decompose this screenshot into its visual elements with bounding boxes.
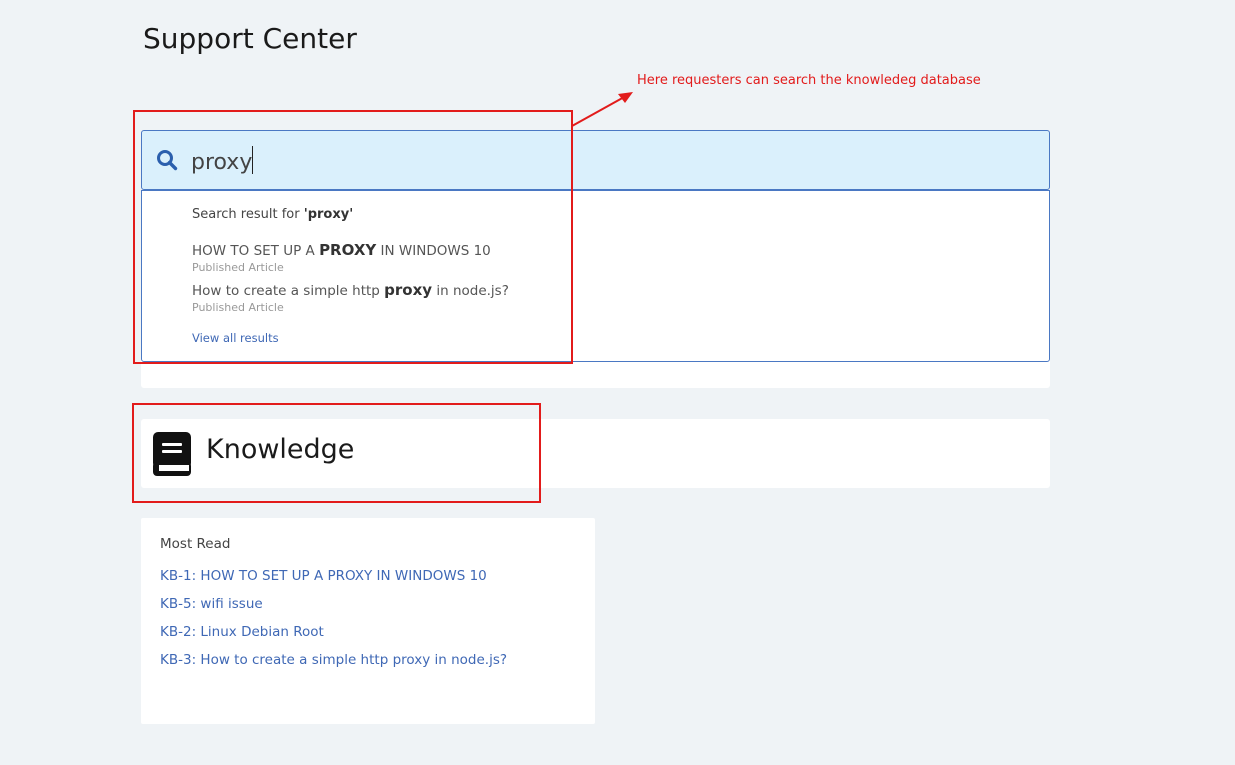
kb-article-link[interactable]: KB-5: wifi issue: [160, 596, 263, 612]
page-title: Support Center: [143, 22, 357, 55]
kb-article-link[interactable]: KB-3: How to create a simple http proxy …: [160, 652, 507, 668]
most-read-title: Most Read: [160, 536, 231, 552]
most-read-panel: Most Read KB-1: HOW TO SET UP A PROXY IN…: [141, 518, 595, 724]
kb-article-link[interactable]: KB-1: HOW TO SET UP A PROXY IN WINDOWS 1…: [160, 568, 487, 584]
annotation-box-search: [133, 110, 573, 364]
annotation-label: Here requesters can search the knowledeg…: [637, 73, 981, 88]
kb-article-link[interactable]: KB-2: Linux Debian Root: [160, 624, 324, 640]
annotation-box-knowledge: [132, 403, 541, 503]
